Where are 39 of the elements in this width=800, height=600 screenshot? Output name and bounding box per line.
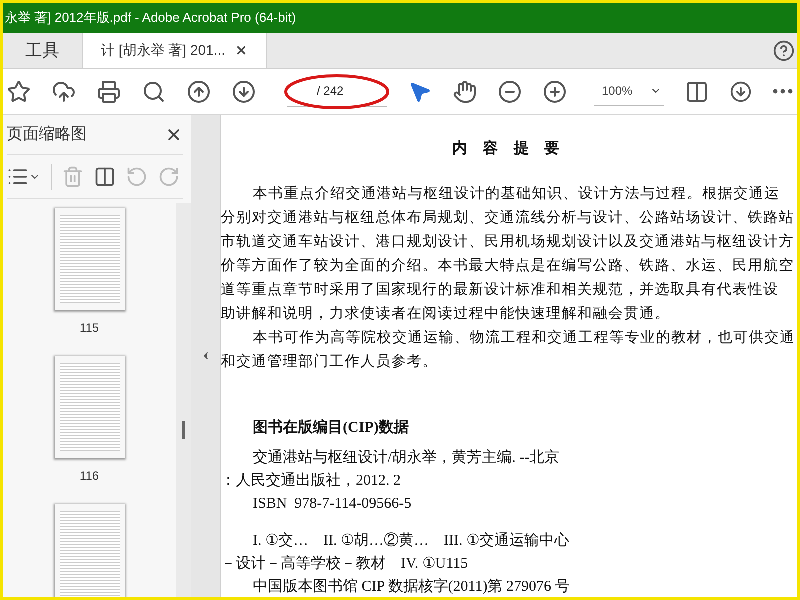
text-line: 交通港站与枢纽设计/胡永举，黄芳主编. --北京 [252, 448, 561, 468]
text-line: 市轨道交通车站设计、港口规划设计、民用机场规划设计以及交通港站与枢纽设计方 [221, 232, 796, 252]
tab-label: 工具 [26, 40, 60, 62]
zoom-out-button[interactable] [498, 80, 522, 104]
scrollbar[interactable] [176, 203, 191, 597]
search-button[interactable] [142, 80, 166, 104]
text-line: 中国版本图书馆 CIP 数据核字(2011)第 279076 号 [252, 577, 572, 597]
text-line: I. ①交… II. ①胡…②黄… III. ①交通运输中心 [252, 531, 570, 551]
text-line: 道等重点章节时采用了国家现行的最新设计标准和相关规范，并选取具有代表性设 [221, 280, 780, 300]
panel-toggle[interactable] [191, 115, 221, 597]
more-button[interactable] [773, 89, 793, 94]
page-number: 115 [80, 321, 100, 335]
previous-page-button[interactable] [187, 80, 211, 104]
text-line: －设计－高等学校－教材 IV. ①U115 [221, 554, 470, 574]
document-heading: 内 容 提 要 [451, 139, 567, 158]
print-button[interactable] [97, 80, 121, 104]
close-icon[interactable] [235, 44, 248, 57]
zoom-dropdown[interactable]: 100% [594, 78, 664, 106]
text-line: 和交通管理部门工作人员参考。 [221, 352, 439, 372]
zoom-in-button[interactable] [543, 80, 567, 104]
tab-label: 计 [胡永举 著] 201... [101, 42, 226, 60]
text-line: 本书可作为高等院校交通运输、物流工程和交通工程等专业的教材，也可供交通 [252, 328, 796, 348]
star-button[interactable] [7, 80, 31, 104]
text-line: ISBN 978-7-114-09566-5 [252, 495, 413, 514]
panel-title: 页面缩略图 [7, 124, 87, 145]
cloud-upload-button[interactable] [52, 80, 76, 104]
more-icon [773, 89, 793, 94]
next-page-button[interactable] [232, 80, 256, 104]
text-line: 分别对交通港站与枢纽总体布局规划、交通流线分析与设计、公路站场设计、铁路站 [221, 208, 796, 228]
tab[interactable]: 计 [胡永举 著] 201... [83, 33, 268, 68]
section-heading: 图书在版编目(CIP)数据 [253, 418, 410, 437]
text-line: 价等方面作了较为全面的介绍。本书最大特点是在编写公路、铁路、水运、民用航空 [221, 256, 796, 276]
window-title: 永举 著] 2012年版.pdf - Adobe Acrobat Pro (64-bit) [3, 3, 797, 33]
text-line: ：人民交通出版社，2012. 2 [221, 471, 402, 491]
help-icon[interactable] [773, 40, 795, 62]
hand-button[interactable] [453, 80, 477, 104]
page-number: 116 [80, 469, 100, 483]
text-line: 助讲解和说明，力求使读者在阅读过程中能快速理解和融会贯通。 [221, 305, 672, 324]
text-line: 本书重点介绍交通港站与枢纽设计的基础知识、设计方法与过程。根据交通运 [252, 184, 781, 204]
